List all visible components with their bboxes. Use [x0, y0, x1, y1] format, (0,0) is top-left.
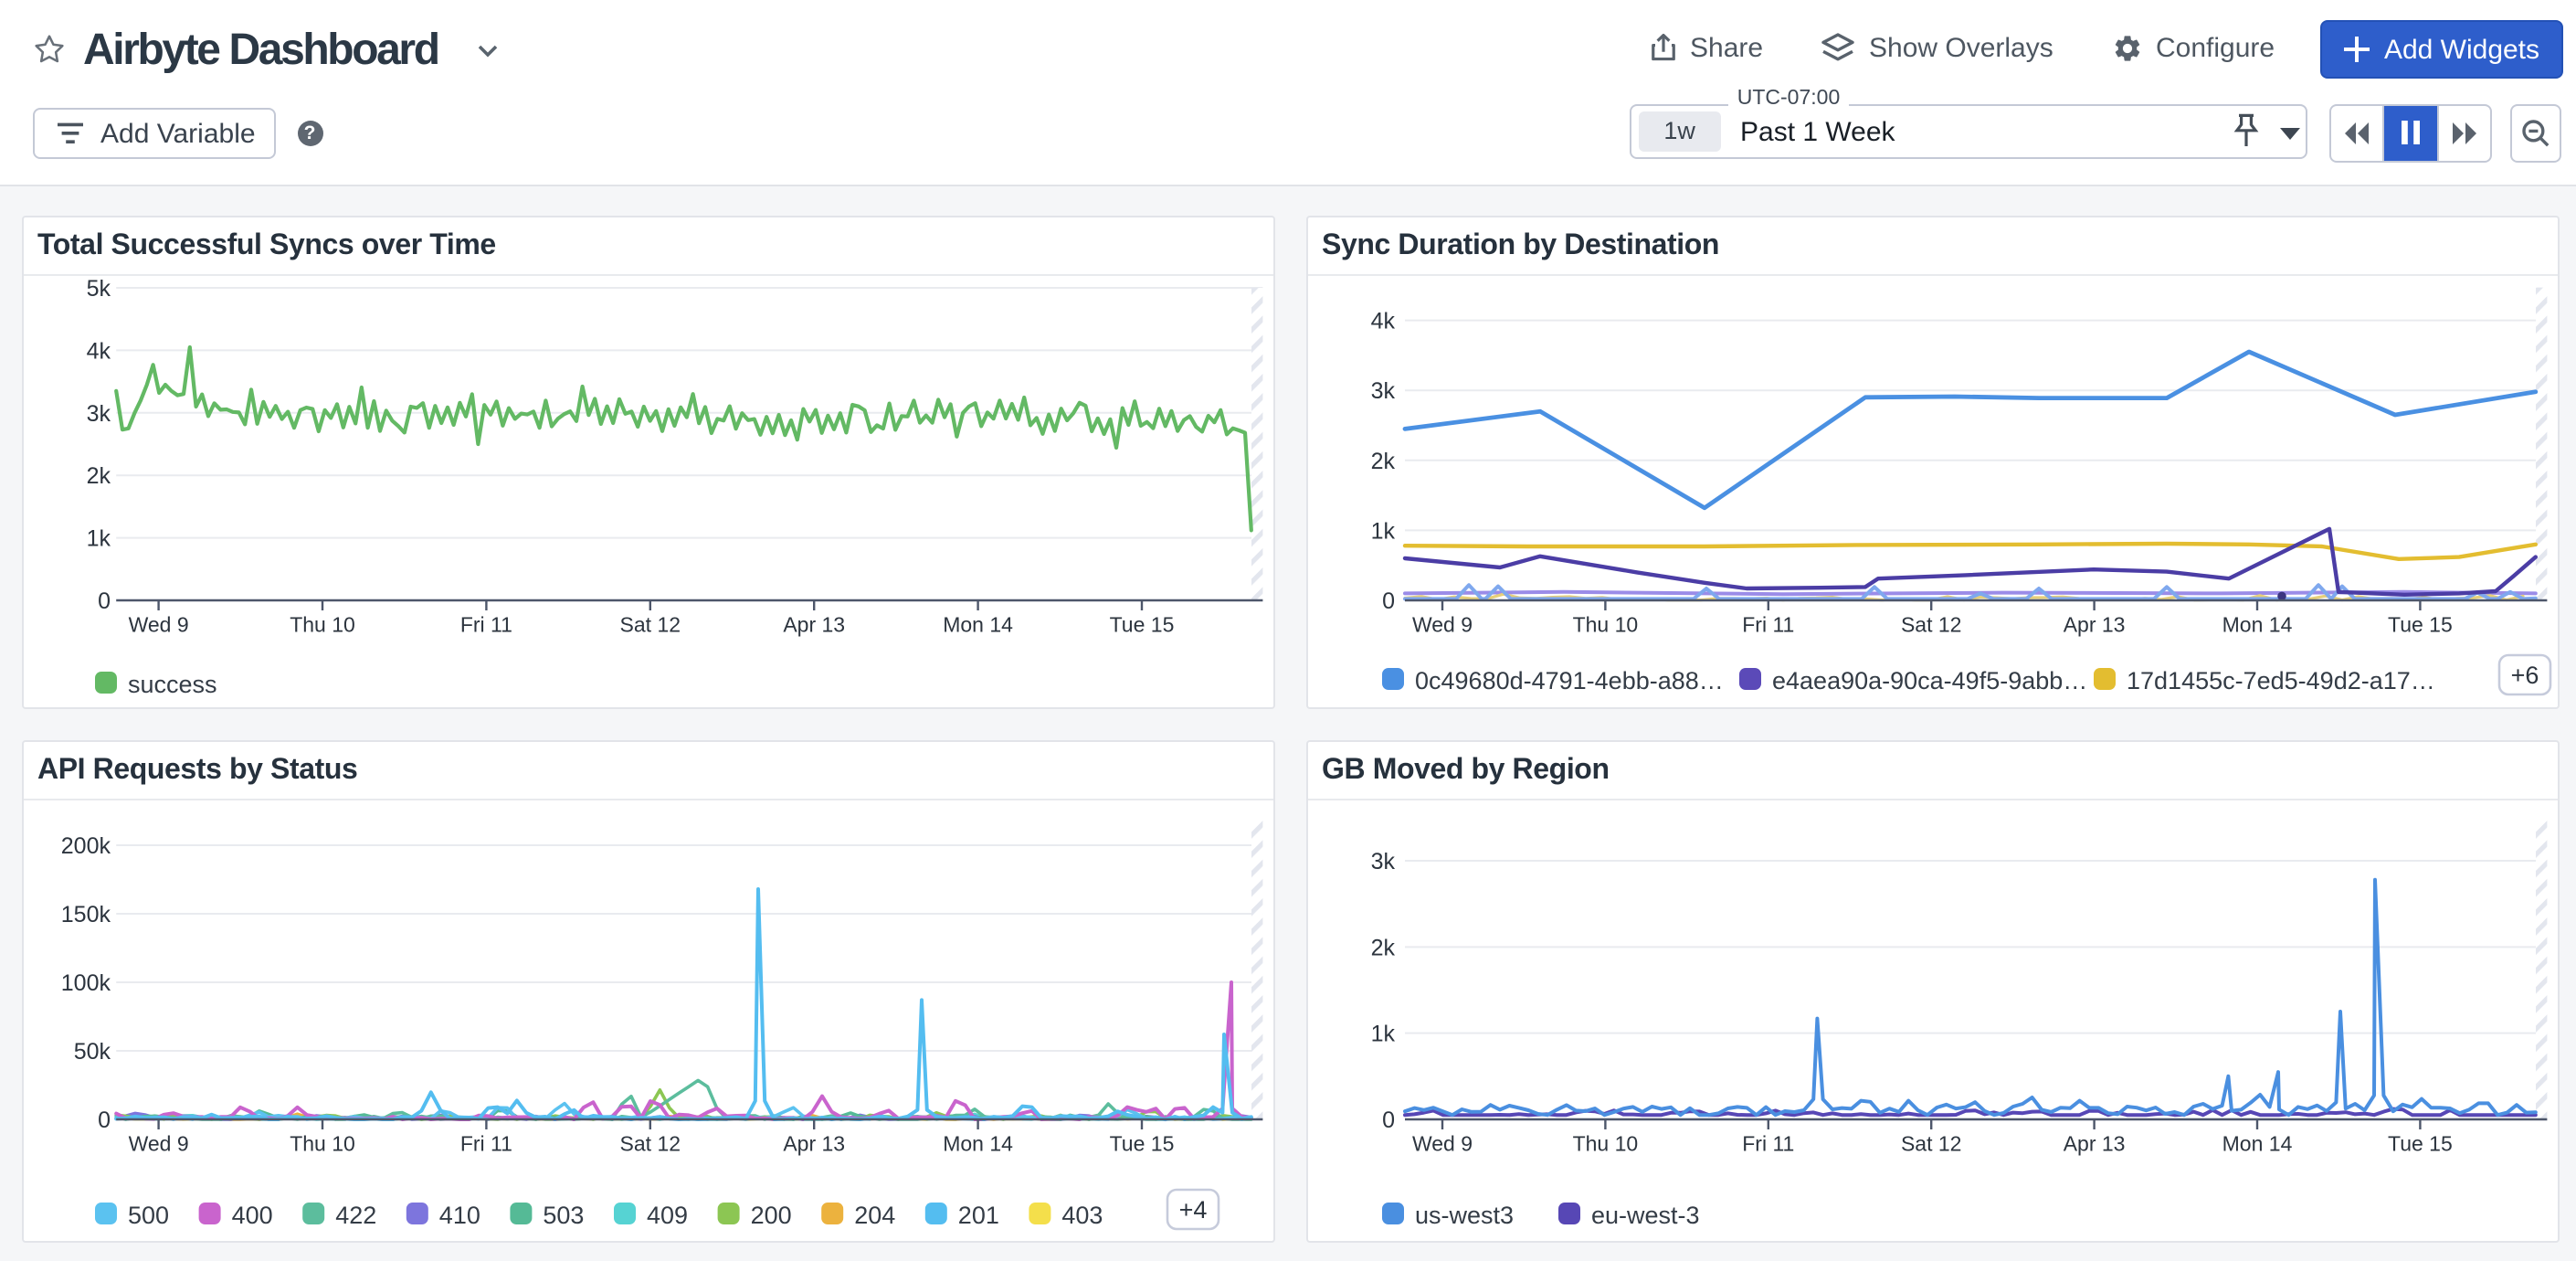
svg-text:Apr 13: Apr 13	[2064, 1131, 2126, 1155]
svg-text:204: 204	[854, 1202, 895, 1229]
svg-text:Fri 11: Fri 11	[1742, 612, 1794, 636]
svg-text:0: 0	[98, 1107, 111, 1133]
svg-text:Sat 12: Sat 12	[620, 1131, 681, 1155]
svg-text:Thu 10: Thu 10	[1573, 612, 1639, 636]
svg-text:Mon 14: Mon 14	[943, 1131, 1013, 1155]
svg-text:0c49680d-4791-4ebb-a88…: 0c49680d-4791-4ebb-a88…	[1415, 667, 1724, 694]
svg-text:1k: 1k	[87, 526, 111, 552]
svg-text:Sat 12: Sat 12	[1901, 612, 1962, 636]
svg-text:201: 201	[958, 1202, 999, 1229]
svg-text:410: 410	[439, 1202, 480, 1229]
svg-text:400: 400	[232, 1202, 273, 1229]
svg-text:Fri 11: Fri 11	[1742, 1131, 1794, 1155]
svg-text:Tue 15: Tue 15	[1110, 1131, 1175, 1155]
svg-text:Apr 13: Apr 13	[783, 1131, 845, 1155]
svg-text:500: 500	[128, 1202, 169, 1229]
svg-text:0: 0	[1382, 1107, 1395, 1133]
svg-text:Wed 9: Wed 9	[1412, 1131, 1473, 1155]
svg-text:Tue 15: Tue 15	[1110, 612, 1175, 636]
svg-text:4k: 4k	[1371, 309, 1396, 334]
svg-text:3k: 3k	[1371, 378, 1396, 404]
svg-text:Wed 9: Wed 9	[129, 1131, 189, 1155]
svg-text:Fri 11: Fri 11	[460, 1131, 512, 1155]
svg-text:200k: 200k	[61, 833, 111, 859]
svg-text:2k: 2k	[1371, 935, 1396, 960]
svg-text:+4: +4	[1179, 1196, 1208, 1224]
svg-text:e4aea90a-90ca-49f5-9abb…: e4aea90a-90ca-49f5-9abb…	[1772, 667, 2087, 694]
svg-text:17d1455c-7ed5-49d2-a17…: 17d1455c-7ed5-49d2-a17…	[2127, 667, 2435, 694]
svg-text:eu-west-3: eu-west-3	[1591, 1202, 1700, 1229]
svg-text:0: 0	[1382, 588, 1395, 614]
svg-text:Mon 14: Mon 14	[2222, 1131, 2293, 1155]
svg-text:Sat 12: Sat 12	[620, 612, 681, 636]
svg-text:503: 503	[543, 1202, 584, 1229]
svg-text:Tue 15: Tue 15	[2388, 612, 2453, 636]
svg-text:us-west3: us-west3	[1415, 1202, 1514, 1229]
svg-text:4k: 4k	[87, 338, 111, 364]
svg-text:Wed 9: Wed 9	[1412, 612, 1473, 636]
svg-text:403: 403	[1061, 1202, 1103, 1229]
svg-text:Wed 9: Wed 9	[129, 612, 189, 636]
svg-text:1k: 1k	[1371, 1022, 1396, 1047]
svg-text:success: success	[128, 671, 217, 698]
svg-text:5k: 5k	[87, 276, 111, 302]
svg-text:2k: 2k	[87, 463, 111, 489]
svg-text:Mon 14: Mon 14	[2222, 612, 2293, 636]
svg-text:Thu 10: Thu 10	[1573, 1131, 1639, 1155]
svg-text:2k: 2k	[1371, 449, 1396, 474]
svg-text:Tue 15: Tue 15	[2388, 1131, 2453, 1155]
svg-text:Mon 14: Mon 14	[943, 612, 1013, 636]
svg-text:0: 0	[98, 588, 111, 614]
svg-text:50k: 50k	[74, 1039, 111, 1065]
svg-text:Sat 12: Sat 12	[1901, 1131, 1962, 1155]
svg-text:+6: +6	[2511, 662, 2539, 689]
svg-text:Apr 13: Apr 13	[2064, 612, 2126, 636]
svg-text:1k: 1k	[1371, 518, 1396, 544]
svg-text:409: 409	[647, 1202, 688, 1229]
svg-text:Thu 10: Thu 10	[290, 1131, 355, 1155]
svg-text:3k: 3k	[87, 401, 111, 427]
svg-text:100k: 100k	[61, 970, 111, 996]
svg-text:Fri 11: Fri 11	[460, 612, 512, 636]
svg-text:200: 200	[751, 1202, 792, 1229]
svg-text:Thu 10: Thu 10	[290, 612, 355, 636]
svg-text:3k: 3k	[1371, 849, 1396, 874]
svg-text:422: 422	[335, 1202, 376, 1229]
svg-text:150k: 150k	[61, 902, 111, 927]
svg-text:Apr 13: Apr 13	[783, 612, 845, 636]
